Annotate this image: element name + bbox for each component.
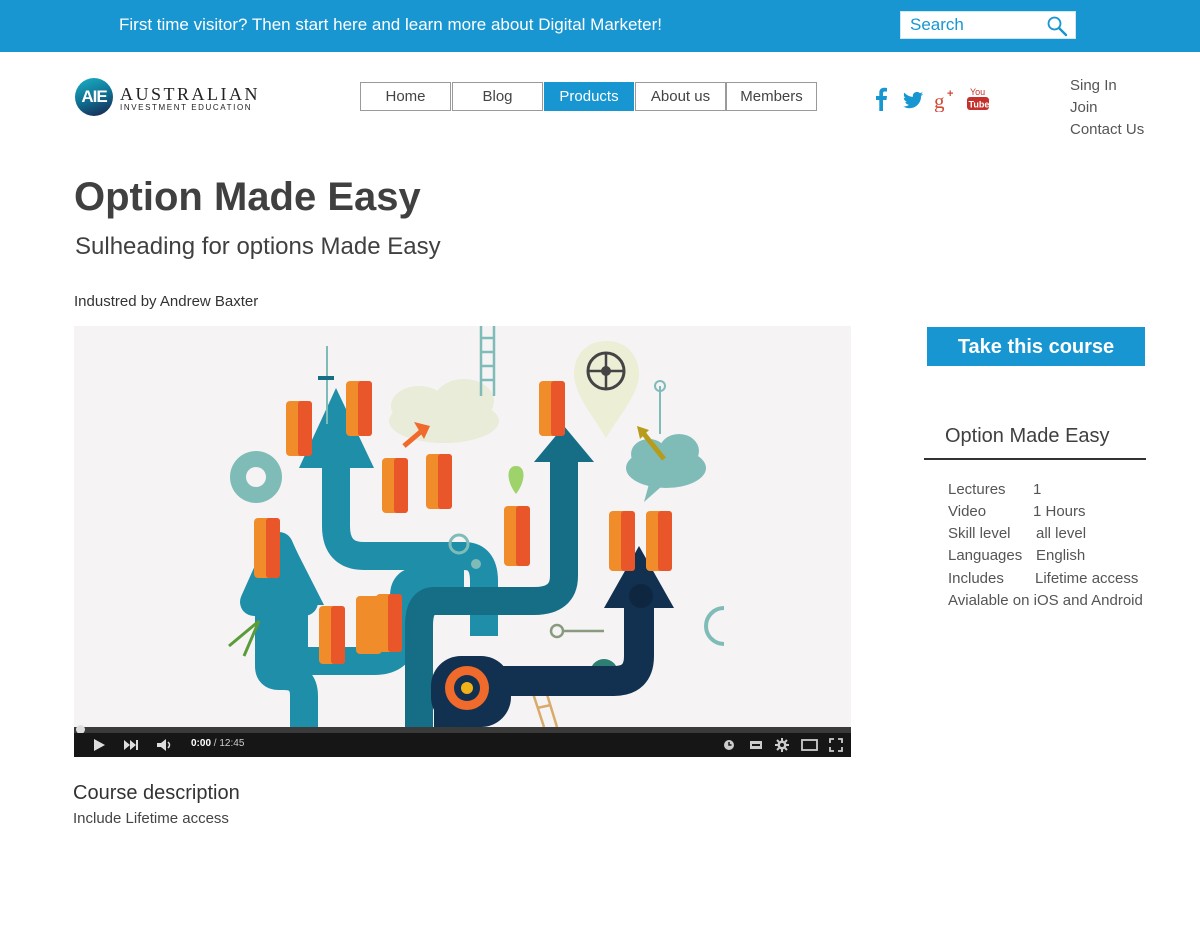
- account-links: Sing In Join Contact Us: [1070, 76, 1144, 142]
- captions-icon[interactable]: [749, 738, 763, 752]
- watch-later-icon[interactable]: [723, 738, 735, 752]
- next-icon[interactable]: [123, 738, 139, 752]
- course-description-text: Include Lifetime access: [73, 810, 229, 827]
- logo-mark: AIE: [75, 78, 113, 116]
- banner-text[interactable]: First time visitor? Then start here and …: [119, 15, 662, 35]
- course-info-title: Option Made Easy: [945, 425, 1110, 447]
- nav-about-us[interactable]: About us: [635, 82, 726, 111]
- search-box[interactable]: [900, 11, 1076, 39]
- page-title: Option Made Easy: [74, 175, 421, 219]
- video-controls: 0:00 / 12:45: [74, 733, 851, 757]
- svg-text:Tube: Tube: [969, 100, 990, 110]
- facebook-icon[interactable]: [874, 86, 888, 112]
- svg-text:g: g: [934, 89, 945, 112]
- take-course-button[interactable]: Take this course: [927, 327, 1145, 366]
- orange-gear-icon: [445, 666, 489, 710]
- fullscreen-icon[interactable]: [829, 738, 843, 752]
- sign-in-link[interactable]: Sing In: [1070, 76, 1144, 98]
- instructor-line: Industred by Andrew Baxter: [74, 293, 259, 310]
- nav-members[interactable]: Members: [726, 82, 817, 111]
- logo[interactable]: AIE AUSTRALIAN Investment Education: [75, 78, 265, 118]
- cloud-icon: [389, 379, 499, 443]
- volume-icon[interactable]: [156, 738, 174, 752]
- divider: [924, 458, 1146, 460]
- gear-icon: [230, 451, 282, 503]
- course-description-heading: Course description: [73, 782, 240, 804]
- video-illustration: [74, 326, 851, 727]
- search-icon[interactable]: [1046, 15, 1068, 37]
- search-input[interactable]: [910, 16, 1040, 34]
- contact-us-link[interactable]: Contact Us: [1070, 120, 1144, 142]
- svg-text:You: You: [970, 87, 985, 97]
- time-display: 0:00 / 12:45: [191, 738, 245, 749]
- join-link[interactable]: Join: [1070, 98, 1144, 120]
- theater-mode-icon[interactable]: [801, 738, 818, 752]
- video-player[interactable]: 0:00 / 12:45: [74, 326, 851, 757]
- twitter-icon[interactable]: [902, 86, 925, 112]
- play-icon[interactable]: [92, 738, 106, 752]
- svg-text:+: +: [947, 88, 953, 100]
- nav-home[interactable]: Home: [360, 82, 451, 111]
- page-subtitle: Sulheading for options Made Easy: [75, 233, 441, 260]
- top-banner: First time visitor? Then start here and …: [0, 0, 1200, 52]
- logo-name: AUSTRALIAN: [120, 84, 260, 104]
- nav-products[interactable]: Products: [544, 82, 634, 111]
- google-plus-icon[interactable]: g +: [933, 86, 958, 112]
- logo-tagline: Investment Education: [120, 103, 253, 112]
- nav-blog[interactable]: Blog: [452, 82, 543, 111]
- youtube-icon[interactable]: You Tube: [966, 86, 990, 112]
- settings-gear-icon[interactable]: [775, 738, 789, 752]
